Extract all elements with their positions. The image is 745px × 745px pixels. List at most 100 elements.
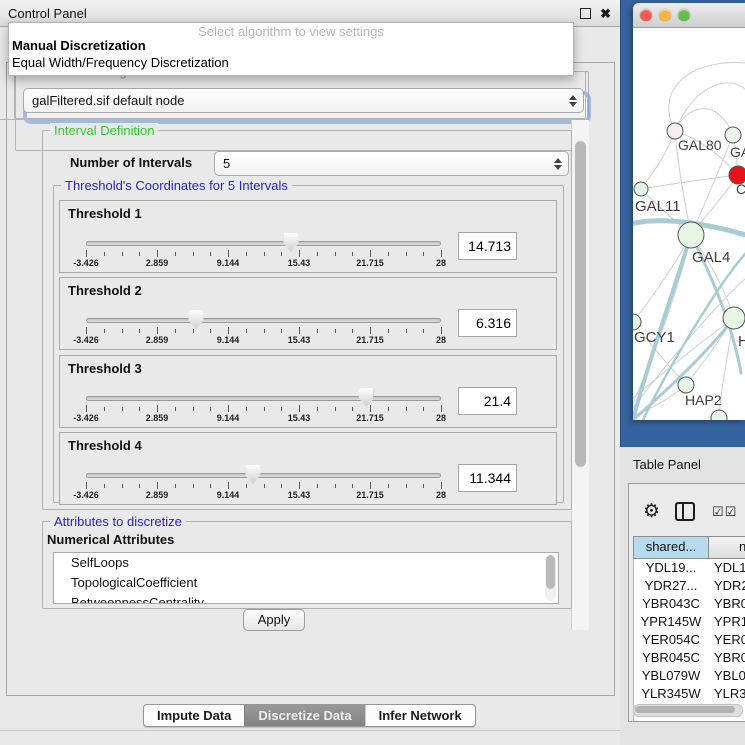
table-row[interactable]: YDL19...YDL1	[634, 559, 745, 577]
threshold-panel: Threshold 4-3.4262.8599.14415.4321.71528…	[59, 432, 557, 505]
cell-shared-name[interactable]: YPR145W	[634, 613, 708, 631]
tab-impute-data[interactable]: Impute Data	[144, 705, 244, 726]
column-header-name[interactable]: name	[709, 537, 745, 558]
settings-gear-icon[interactable]: ⚙	[643, 502, 660, 521]
network-view-window[interactable]: GAL80GACGAL11GAL4GCY1HHAP2	[633, 3, 745, 420]
slider-ticks	[86, 405, 441, 413]
threshold-label: Threshold 3	[68, 361, 142, 376]
checkbox-icons[interactable]: ☑☑	[712, 505, 736, 518]
slider-track[interactable]	[86, 318, 441, 323]
attribute-list-item[interactable]: SelfLoops	[54, 553, 558, 573]
table-row[interactable]: YLR345WYLR3	[634, 685, 745, 703]
network-window-titlebar	[633, 3, 745, 28]
threshold-value-field[interactable]: 6.316	[458, 309, 517, 337]
vertical-scrollbar[interactable]	[571, 120, 589, 630]
apply-button[interactable]: Apply	[243, 609, 305, 631]
cell-name[interactable]: YBL0	[708, 667, 745, 685]
dropdown-option[interactable]: Manual Discretization	[12, 38, 146, 53]
thresholds-group-title: Threshold's Coordinates for 5 Intervals	[61, 178, 292, 193]
tab-discretize-data[interactable]: Discretize Data	[244, 705, 364, 726]
close-icon[interactable]: ✖	[600, 7, 611, 20]
table-panel: Table Panel ⚙ ☑☑ shared... name YDL19...…	[620, 447, 745, 745]
slider-track[interactable]	[86, 241, 441, 246]
table-row[interactable]: YDR27...YDR2	[634, 577, 745, 595]
table-row[interactable]: YBR045CYBR0	[634, 649, 745, 667]
horizontal-scrollbar[interactable]	[633, 704, 743, 717]
slider-tick-labels: -3.4262.8599.14415.4321.71528	[86, 490, 441, 502]
threshold-value-field[interactable]: 11.344	[458, 464, 517, 492]
column-header-shared-name[interactable]: shared...	[634, 537, 709, 558]
algorithm-dropdown-popup: Select algorithm to view settings Manual…	[8, 22, 574, 76]
float-window-icon[interactable]	[580, 8, 591, 19]
node-label: C	[736, 181, 745, 197]
attributes-group-title: Attributes to discretize	[50, 514, 186, 529]
cell-shared-name[interactable]: YBR043C	[634, 595, 708, 613]
slider-ticks	[86, 250, 441, 258]
threshold-panel: Threshold 2-3.4262.8599.14415.4321.71528…	[59, 277, 557, 350]
table-row[interactable]: YPR145WYPR1	[634, 613, 745, 631]
cell-shared-name[interactable]: YLR345W	[634, 685, 708, 703]
cell-shared-name[interactable]: YER054C	[634, 631, 708, 649]
slider-track[interactable]	[86, 396, 441, 401]
table-data-value: galFiltered.sif default node	[32, 93, 184, 108]
slider-tick-labels: -3.4262.8599.14415.4321.71528	[86, 258, 441, 270]
network-canvas[interactable]: GAL80GACGAL11GAL4GCY1HHAP2	[633, 28, 745, 420]
table-data-group: Table Data galFiltered.sif default node	[14, 71, 586, 119]
threshold-label: Threshold 1	[68, 206, 142, 221]
table-row[interactable]: YER054CYER0	[634, 631, 745, 649]
numerical-attributes-label: Numerical Attributes	[47, 532, 174, 547]
interval-definition-group: Interval Definition Number of Intervals …	[42, 130, 572, 510]
network-node[interactable]	[725, 127, 741, 143]
cell-shared-name[interactable]: YDR27...	[634, 577, 708, 595]
cell-name[interactable]: YBR0	[708, 595, 745, 613]
cell-name[interactable]: YPR1	[708, 613, 745, 631]
cell-name[interactable]: YLR3	[708, 685, 745, 703]
mac-zoom-icon[interactable]	[678, 9, 690, 21]
combo-stepper-icon	[554, 158, 562, 170]
network-node[interactable]	[678, 377, 694, 393]
network-node[interactable]	[678, 222, 704, 248]
dropdown-option[interactable]: Equal Width/Frequency Discretization	[12, 55, 229, 70]
cell-shared-name[interactable]: YDL19...	[634, 559, 708, 577]
table-row[interactable]: YBL079WYBL0	[634, 667, 745, 685]
cell-name[interactable]: YBR0	[708, 649, 745, 667]
network-node[interactable]	[633, 314, 641, 330]
cell-shared-name[interactable]: YBL079W	[634, 667, 708, 685]
threshold-value-field[interactable]: 14.713	[458, 232, 517, 260]
threshold-panel: Threshold 3-3.4262.8599.14415.4321.71528…	[59, 355, 557, 428]
split-columns-icon[interactable]	[675, 502, 695, 521]
threshold-value-field[interactable]: 21.4	[458, 387, 517, 415]
scrollbar-thumb[interactable]	[575, 141, 586, 467]
mac-minimize-icon[interactable]	[659, 9, 671, 21]
table-row[interactable]: YBR043CYBR0	[634, 595, 745, 613]
attribute-list-item[interactable]: TopologicalCoefficient	[54, 573, 558, 593]
node-label: HAP2	[685, 392, 722, 408]
number-of-intervals-combobox[interactable]: 5	[214, 151, 569, 176]
node-label: GCY1	[634, 329, 675, 346]
scrollbar-thumb[interactable]	[635, 706, 735, 713]
control-panel: Control Panel ✖ NetworkStyleSelectCyni T…	[0, 0, 621, 745]
network-node[interactable]	[711, 410, 727, 420]
node-label: GAL80	[678, 137, 722, 153]
list-scrollbar[interactable]	[545, 555, 556, 601]
interval-definition-title: Interval Definition	[50, 123, 158, 138]
cell-name[interactable]: YDR2	[708, 577, 745, 595]
table-data-combobox[interactable]: galFiltered.sif default node	[23, 88, 584, 113]
slider-track[interactable]	[86, 473, 441, 478]
divider	[0, 730, 620, 731]
table-rows[interactable]: YDL19...YDL1YDR27...YDR2YBR043CYBR0YPR14…	[633, 559, 745, 721]
node-label: H	[738, 333, 745, 350]
cell-shared-name[interactable]: YBR045C	[634, 649, 708, 667]
threshold-label: Threshold 2	[68, 283, 142, 298]
mac-close-icon[interactable]	[640, 9, 652, 21]
node-label: GA	[730, 144, 745, 160]
tab-infer-network[interactable]: Infer Network	[365, 705, 475, 726]
network-node[interactable]	[723, 307, 745, 329]
attribute-list-item[interactable]: BetweennessCentrality	[54, 593, 558, 604]
dropdown-hint: Select algorithm to view settings	[9, 24, 573, 39]
numerical-attributes-list[interactable]: SelfLoopsTopologicalCoefficientBetweenne…	[53, 552, 559, 604]
cell-name[interactable]: YDL1	[708, 559, 745, 577]
table-header[interactable]: shared... name	[633, 536, 745, 559]
network-node[interactable]	[634, 182, 648, 196]
cell-name[interactable]: YER0	[708, 631, 745, 649]
